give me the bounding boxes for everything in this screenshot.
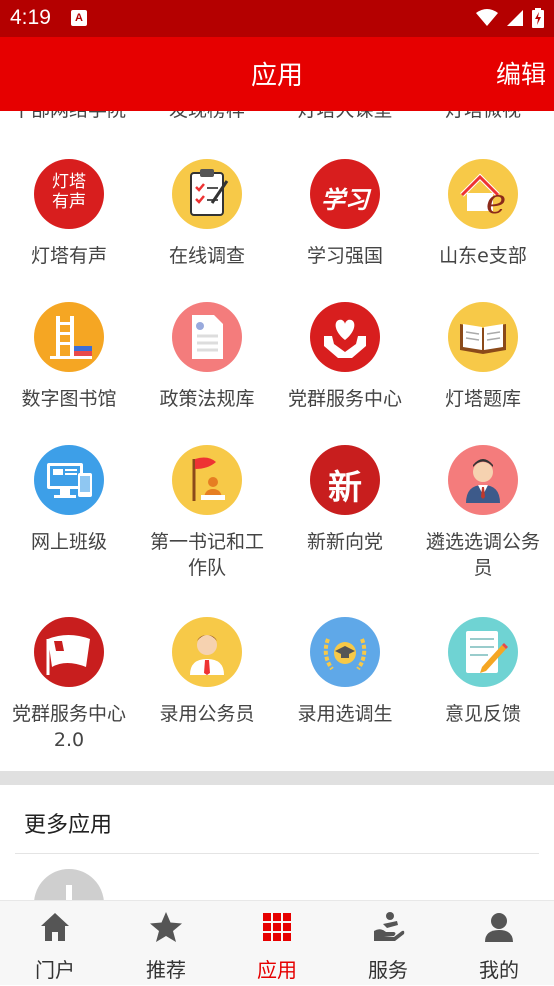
- house-e-icon: e: [448, 159, 518, 229]
- app-item-xuexi-qiangguo[interactable]: 学习 学习强国: [276, 159, 414, 269]
- app-label-cut[interactable]: 灯塔大课堂: [276, 111, 414, 122]
- clipboard-survey-icon: [172, 159, 242, 229]
- app-item-party-service-2[interactable]: 党群服务中心2.0: [0, 617, 138, 753]
- app-item-policy-library[interactable]: 政策法规库: [138, 302, 276, 412]
- app-item-shandong-e[interactable]: e 山东e支部: [414, 159, 552, 269]
- app-label: 学习强国: [306, 245, 383, 267]
- party-flag-icon: [34, 617, 104, 687]
- app-item-feedback[interactable]: 意见反馈: [414, 617, 552, 727]
- tab-label: 我的: [479, 958, 519, 982]
- tab-label: 推荐: [146, 958, 186, 982]
- app-item-party-service-center[interactable]: 党群服务中心: [276, 302, 414, 412]
- app-label: 录用公务员: [159, 703, 255, 725]
- app-label: 数字图书馆: [21, 388, 117, 410]
- app-label: 党群服务中心: [287, 388, 402, 410]
- apps-content[interactable]: 干部网络学院 发现榜样 灯塔大课堂 灯塔微视 灯塔有声 灯塔有声 在线调查 学习…: [0, 111, 554, 900]
- flag-person-icon: [172, 445, 242, 515]
- app-item-linxuan[interactable]: 遴选选调公务员: [414, 445, 552, 581]
- more-apps-divider: [15, 853, 539, 854]
- app-label: 网上班级: [30, 531, 107, 553]
- wifi-icon: [476, 9, 498, 26]
- library-icon: [34, 302, 104, 372]
- app-label: 遴选选调公务员: [425, 531, 540, 579]
- app-item-digital-library[interactable]: 数字图书馆: [0, 302, 138, 412]
- app-header: 应用 编辑: [0, 37, 554, 111]
- notification-icon: A: [71, 10, 87, 26]
- tab-label: 门户: [35, 958, 75, 982]
- dengta-youxing-badge: 灯塔有声: [52, 172, 86, 212]
- app-item-first-secretary[interactable]: 第一书记和工作队: [138, 445, 276, 581]
- status-time: 4:19: [10, 6, 51, 29]
- app-label: 意见反馈: [444, 703, 521, 725]
- grid-icon: [263, 913, 291, 941]
- app-label: 在线调查: [168, 245, 245, 267]
- notepad-pencil-icon: [448, 617, 518, 687]
- battery-icon: [532, 8, 544, 28]
- app-item-luyong-gongwuyuan[interactable]: 录用公务员: [138, 617, 276, 727]
- tab-label: 应用: [257, 958, 297, 982]
- cut-off-row: 干部网络学院 发现榜样 灯塔大课堂 灯塔微视: [0, 111, 554, 125]
- dengta-youxing-icon: 灯塔有声: [34, 159, 104, 229]
- hands-heart-icon: [310, 302, 380, 372]
- app-label: 录用选调生: [297, 703, 393, 725]
- app-label: 灯塔题库: [444, 388, 521, 410]
- tab-recommend[interactable]: 推荐: [111, 901, 221, 986]
- computer-icon: [34, 445, 104, 515]
- app-label: 政策法规库: [159, 388, 255, 410]
- app-item-online-class[interactable]: 网上班级: [0, 445, 138, 555]
- section-divider: [0, 771, 554, 785]
- app-label-cut[interactable]: 发现榜样: [138, 111, 276, 122]
- person-icon: [485, 913, 513, 942]
- status-bar: 4:19 A: [0, 0, 554, 37]
- svg-text:e: e: [486, 182, 506, 222]
- graduate-laurel-icon: [310, 617, 380, 687]
- page-title: 应用: [250, 61, 303, 91]
- app-item-dengta-youxing[interactable]: 灯塔有声 灯塔有声: [0, 159, 138, 269]
- app-label: 第一书记和工作队: [149, 531, 264, 579]
- more-apps-title: 更多应用: [24, 813, 113, 838]
- app-label: 党群服务中心2.0: [11, 703, 126, 751]
- open-book-icon: [448, 302, 518, 372]
- app-label-cut[interactable]: 干部网络学院: [0, 111, 138, 122]
- home-icon: [41, 913, 69, 941]
- xinxin-party-icon: 新: [310, 445, 380, 515]
- star-icon: [150, 912, 182, 942]
- app-item-luyong-xuandiaosheng[interactable]: 录用选调生: [276, 617, 414, 727]
- tab-service[interactable]: 服务: [333, 901, 443, 986]
- app-label: 山东e支部: [439, 245, 527, 267]
- civil-servant-icon: [172, 617, 242, 687]
- tab-label: 服务: [368, 958, 408, 982]
- tab-portal[interactable]: 门户: [0, 901, 110, 986]
- app-label: 灯塔有声: [30, 245, 107, 267]
- app-item-xinxin-xiangdang[interactable]: 新 新新向党: [276, 445, 414, 555]
- app-item-dengta-tiku[interactable]: 灯塔题库: [414, 302, 552, 412]
- app-label: 新新向党: [306, 531, 383, 553]
- xuexi-qiangguo-icon: 学习: [310, 159, 380, 229]
- bottom-tab-bar: 门户 推荐 应用 服务 我的: [0, 900, 554, 985]
- plus-icon[interactable]: [34, 869, 104, 900]
- xinxin-badge: 新: [328, 468, 362, 508]
- service-icon: [374, 912, 405, 941]
- app-item-online-survey[interactable]: 在线调查: [138, 159, 276, 269]
- edit-button[interactable]: 编辑: [496, 55, 546, 91]
- status-icons: [476, 8, 544, 28]
- signal-icon: [507, 10, 523, 26]
- officer-icon: [448, 445, 518, 515]
- tab-mine[interactable]: 我的: [444, 901, 554, 986]
- app-label-cut[interactable]: 灯塔微视: [414, 111, 552, 122]
- xuexi-badge: 学习: [321, 185, 369, 214]
- document-icon: [172, 302, 242, 372]
- tab-apps[interactable]: 应用: [222, 901, 332, 986]
